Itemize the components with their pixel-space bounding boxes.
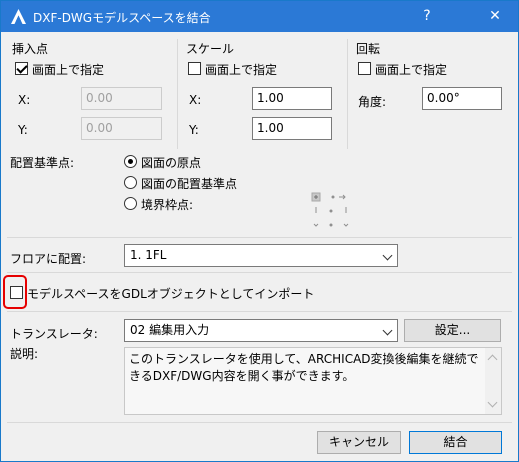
scale-specify-checkbox[interactable] [188, 62, 201, 75]
description-scrollbar[interactable] [485, 348, 501, 414]
translator-dropdown[interactable]: 02 編集用入力 [124, 319, 398, 342]
floor-dropdown[interactable]: 1. 1FL [124, 244, 398, 267]
placement-radio-bounding[interactable] [124, 197, 137, 210]
floor-label: フロアに配置: [10, 252, 87, 266]
section-divider [7, 272, 512, 273]
window-title: DXF-DWGモデルスペースを結合 [33, 11, 211, 25]
rotation-specify-label: 画面上で指定 [375, 63, 448, 77]
placement-label: 配置基準点: [10, 156, 75, 170]
scale-x-label: X: [189, 93, 202, 107]
cancel-button[interactable]: キャンセル [317, 431, 401, 454]
help-button[interactable]: ? [404, 1, 450, 32]
placement-radio-reference[interactable] [124, 176, 137, 189]
insertion-y-label: Y: [18, 123, 28, 137]
group-divider [177, 39, 178, 149]
description-content: このトランスレータを使用して、ARCHICAD変換後編集を継続できるDXF/DW… [129, 352, 479, 383]
translator-settings-button[interactable]: 設定... [404, 319, 501, 342]
scale-y-label: Y: [189, 123, 199, 137]
gdl-import-label: モデルスペースをGDLオブジェクトとしてインポート [27, 287, 315, 301]
rotation-angle-field[interactable]: 0.00° [422, 87, 502, 110]
insertion-specify-checkbox[interactable] [15, 62, 28, 75]
rotation-specify-checkbox[interactable] [358, 62, 371, 75]
section-divider [7, 237, 512, 238]
insertion-x-label: X: [18, 93, 31, 107]
section-divider [7, 422, 512, 423]
merge-button[interactable]: 結合 [409, 431, 502, 454]
dialog-window: DXF-DWGモデルスペースを結合 ? ✕ 挿入点 画面上で指定 X: 0.00… [0, 0, 519, 462]
scroll-up-icon[interactable] [487, 354, 498, 365]
description-label: 説明: [10, 347, 39, 361]
scroll-down-icon[interactable] [487, 397, 498, 408]
chevron-down-icon [382, 325, 393, 336]
archicad-app-icon [11, 9, 26, 24]
section-divider [7, 311, 512, 312]
scale-x-field[interactable]: 1.00 [252, 87, 332, 110]
rotation-angle-label: 角度: [358, 95, 387, 109]
description-text: このトランスレータを使用して、ARCHICAD変換後編集を継続できるDXF/DW… [124, 347, 502, 415]
scale-specify-label: 画面上で指定 [205, 63, 278, 77]
insertion-title: 挿入点 [12, 42, 49, 56]
placement-option-origin: 図面の原点 [141, 156, 202, 170]
floor-value: 1. 1FL [130, 248, 167, 262]
placement-option-bounding: 境界枠点: [141, 198, 194, 212]
insertion-x-field[interactable]: 0.00 [81, 87, 162, 110]
title-bar[interactable]: DXF-DWGモデルスペースを結合 ? ✕ [1, 1, 518, 32]
group-divider [347, 39, 348, 149]
translator-value: 02 編集用入力 [130, 323, 210, 337]
scale-y-field[interactable]: 1.00 [252, 117, 332, 140]
placement-radio-origin[interactable] [124, 155, 137, 168]
rotation-title: 回転 [356, 42, 381, 56]
chevron-down-icon [382, 250, 393, 261]
placement-option-reference: 図面の配置基準点 [141, 177, 238, 191]
insertion-specify-label: 画面上で指定 [32, 63, 105, 77]
close-button[interactable]: ✕ [472, 1, 518, 32]
insertion-y-field[interactable]: 0.00 [81, 117, 162, 140]
translator-label: トランスレータ: [10, 327, 98, 341]
scale-title: スケール [186, 42, 235, 56]
highlight-marker [3, 275, 27, 309]
anchor-point-grid-icon[interactable] [311, 191, 351, 231]
